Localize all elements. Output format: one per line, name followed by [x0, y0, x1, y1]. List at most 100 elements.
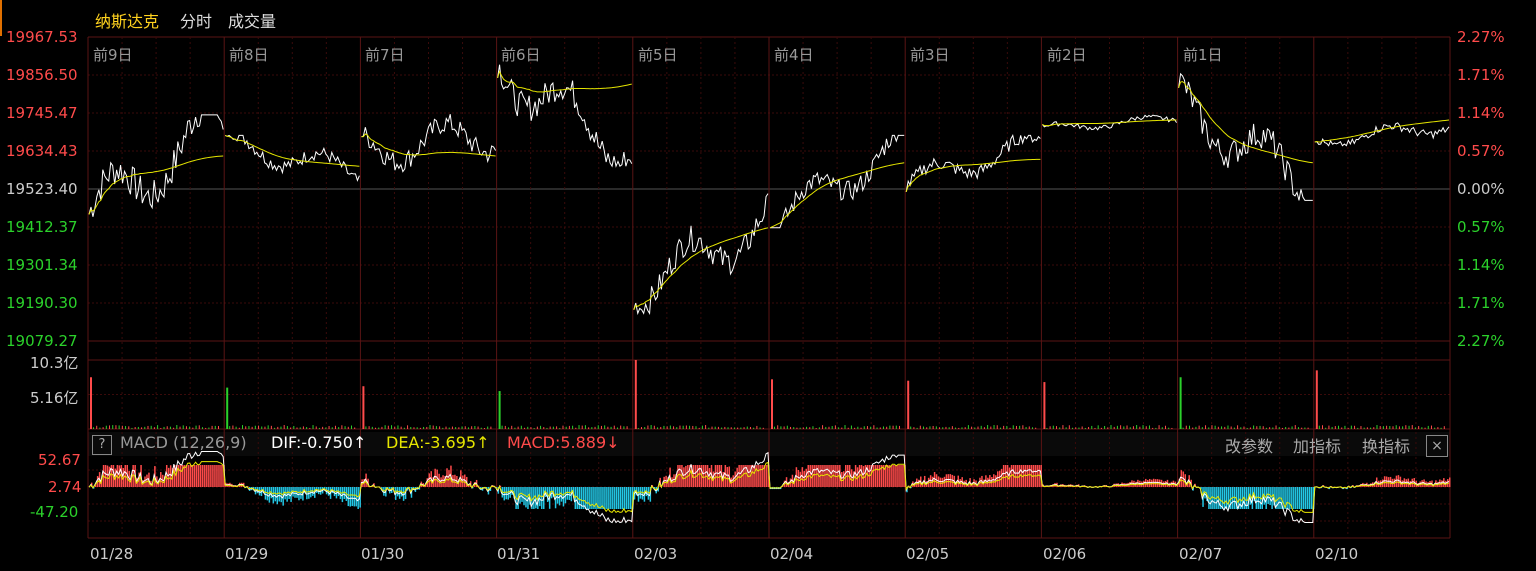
- volume-bar: [886, 426, 888, 429]
- date-label-8: 02/07: [1179, 545, 1223, 563]
- volume-bar: [626, 426, 628, 429]
- volume-bar: [474, 426, 476, 429]
- volume-bar: [1198, 425, 1200, 429]
- volume-bar: [163, 426, 165, 429]
- macd-histogram-bar: [679, 465, 681, 487]
- volume-bar: [338, 427, 340, 429]
- macd-histogram-bar: [1267, 487, 1269, 504]
- volume-bar: [591, 427, 593, 429]
- volume-bar: [511, 425, 513, 429]
- volume-bar: [919, 425, 921, 429]
- volume-bar: [1097, 425, 1099, 429]
- volume-bar: [286, 426, 288, 429]
- macd-histogram-bar: [673, 474, 675, 487]
- volume-bar: [410, 426, 412, 429]
- macd-dif: DIF:-0.750↑: [271, 433, 367, 452]
- volume-bar: [1110, 425, 1112, 429]
- macd-histogram-bar: [841, 471, 843, 487]
- volume-bar: [695, 426, 697, 429]
- macd-histogram-bar: [639, 487, 642, 499]
- tab-timeshare[interactable]: 分时: [180, 8, 212, 32]
- volume-bar: [1104, 425, 1106, 429]
- volume-bar: [1148, 425, 1150, 429]
- macd-histogram-bar: [996, 471, 999, 487]
- volume-bar: [746, 426, 748, 429]
- volume-bar: [1009, 427, 1011, 429]
- volume-bar: [1155, 427, 1157, 429]
- macd-histogram-bar: [892, 465, 894, 487]
- volume-spike: [1179, 377, 1182, 429]
- volume-bar: [125, 426, 127, 429]
- help-button[interactable]: ?: [92, 435, 112, 455]
- volume-bar: [173, 427, 175, 429]
- volume-bar: [235, 426, 237, 429]
- volume-bar: [698, 427, 700, 429]
- volume-bar: [1246, 427, 1248, 429]
- volume-bar: [1224, 426, 1226, 429]
- tab-volume[interactable]: 成交量: [228, 8, 276, 32]
- macd-histogram-bar: [541, 487, 543, 509]
- day-label-6: 前3日: [910, 46, 950, 64]
- volume-bar: [1088, 426, 1090, 429]
- volume-bar: [350, 425, 352, 429]
- close-icon[interactable]: ×: [1426, 435, 1448, 457]
- edit-params-button[interactable]: 改参数: [1225, 433, 1273, 457]
- volume-bar: [290, 427, 292, 429]
- macd-histogram-bar: [1222, 487, 1224, 509]
- macd-histogram-bar: [588, 487, 590, 509]
- macd-histogram-bar: [947, 474, 950, 487]
- macd-histogram-bar: [454, 474, 456, 487]
- volume-bar: [464, 426, 466, 429]
- macd-histogram-bar: [886, 465, 888, 487]
- macd-histogram-bar: [207, 465, 209, 487]
- volume-bar: [926, 427, 928, 429]
- volume-bar: [1344, 425, 1346, 429]
- macd-histogram-bar: [1024, 465, 1027, 487]
- volume-bar: [331, 427, 333, 429]
- volume-bar: [562, 425, 564, 429]
- volume-bar: [504, 425, 506, 429]
- volume-bar: [759, 427, 761, 429]
- volume-bar: [1301, 427, 1303, 429]
- volume-bar: [1411, 425, 1413, 429]
- macd-histogram-bar: [1387, 477, 1390, 487]
- macd-histogram-bar: [452, 475, 454, 487]
- volume-bar: [1405, 425, 1407, 429]
- volume-bar: [527, 426, 529, 429]
- volume-bar: [1075, 427, 1077, 429]
- volume-bar: [179, 426, 181, 429]
- volume-bar: [701, 425, 703, 429]
- volume-bar: [1230, 426, 1232, 429]
- volume-bar: [749, 426, 751, 429]
- macd-histogram-bar: [578, 487, 581, 509]
- macd-histogram-bar: [211, 465, 213, 487]
- volume-bar: [540, 425, 542, 429]
- volume-bar: [169, 426, 171, 429]
- volume-bar: [302, 426, 304, 429]
- volume-spike: [226, 387, 229, 429]
- macd-histogram-bar: [205, 465, 207, 487]
- volume-bar: [685, 425, 687, 429]
- volume-bar: [1376, 425, 1378, 429]
- volume-bar: [740, 427, 742, 429]
- volume-bar: [328, 426, 330, 429]
- volume-bar: [623, 426, 625, 429]
- macd-histogram-bar: [201, 465, 203, 487]
- volume-bar: [644, 427, 646, 429]
- macd-histogram-bar: [1295, 487, 1297, 509]
- volume-bar: [777, 425, 779, 429]
- volume-bar: [391, 425, 393, 429]
- volume-bar: [99, 427, 101, 429]
- volume-bar: [889, 425, 891, 429]
- volume-bar: [559, 427, 561, 429]
- macd-axis-mid: 2.74: [48, 478, 82, 496]
- volume-bar: [588, 427, 590, 429]
- macd-histogram-bar: [179, 465, 182, 487]
- volume-bar: [365, 426, 367, 429]
- volume-bar: [1366, 427, 1368, 429]
- volume-bar: [1262, 426, 1264, 429]
- add-indicator-button[interactable]: 加指标: [1293, 433, 1341, 457]
- macd-histogram-bar: [199, 465, 202, 487]
- switch-indicator-button[interactable]: 换指标: [1362, 433, 1410, 457]
- macd-histogram-bar: [203, 465, 205, 487]
